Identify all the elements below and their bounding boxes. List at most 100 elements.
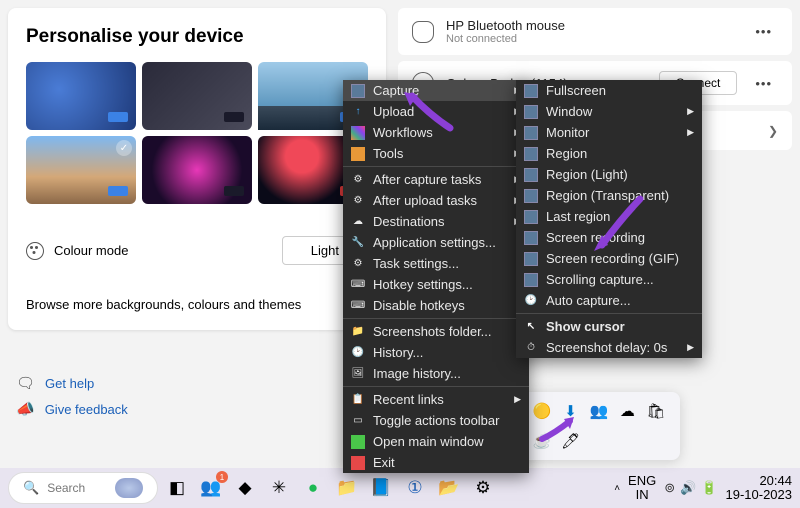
check-icon	[351, 435, 365, 449]
submenu-fullscreen[interactable]: Fullscreen	[516, 80, 702, 101]
taskbar-clock[interactable]: 20:4419-10-2023	[726, 474, 793, 503]
clock-icon: 🕑	[524, 294, 538, 308]
taskbar-teams-icon[interactable]: 👥	[196, 473, 226, 503]
more-button[interactable]: •••	[749, 22, 778, 41]
menu-recent-links[interactable]: 📋Recent links▶	[343, 389, 529, 410]
menu-disable-hotkeys[interactable]: ⌨Disable hotkeys	[343, 295, 529, 316]
theme-option-5[interactable]	[142, 136, 252, 204]
submenu-region-transparent[interactable]: Region (Transparent)	[516, 185, 702, 206]
tray-store-icon[interactable]: 🛍	[647, 402, 665, 420]
monitor-icon	[351, 84, 365, 98]
taskbar-word-icon[interactable]: 📘	[366, 473, 396, 503]
submenu-region[interactable]: Region	[516, 143, 702, 164]
menu-tools[interactable]: Tools▶	[343, 143, 529, 164]
give-feedback-link[interactable]: 📣 Give feedback	[16, 400, 128, 418]
taskbar: 🔍 Search ◧ 👥 ◆ ✳ ● 📁 📘 ① 📂 ⚙ ˄ ENGIN ⊚ 🔊…	[0, 468, 800, 508]
menu-open-main[interactable]: Open main window	[343, 431, 529, 452]
palette-icon	[26, 242, 44, 260]
chevron-right-icon: ▶	[687, 342, 694, 353]
taskbar-folder-icon[interactable]: 📂	[434, 473, 464, 503]
feedback-icon: 📣	[16, 400, 35, 418]
submenu-screen-recording[interactable]: Screen recording	[516, 227, 702, 248]
taskbar-settings-icon[interactable]: ⚙	[468, 473, 498, 503]
window-icon	[524, 105, 538, 119]
submenu-window[interactable]: Window▶	[516, 101, 702, 122]
theme-grid: ✓	[26, 62, 368, 204]
chevron-up-icon[interactable]: ˄	[614, 483, 620, 494]
menu-image-history[interactable]: 🖼Image history...	[343, 363, 529, 384]
submenu-screen-recording-gif[interactable]: Screen recording (GIF)	[516, 248, 702, 269]
sharex-context-menu: Capture▶ ↑Upload▶ Workflows▶ Tools▶ ⚙Aft…	[343, 80, 529, 473]
wifi-icon[interactable]: ⊚	[664, 480, 675, 496]
task-view-icon[interactable]: ◧	[162, 473, 192, 503]
tray-teams-icon[interactable]: 👥	[590, 402, 608, 420]
more-button[interactable]: •••	[749, 74, 778, 93]
submenu-monitor[interactable]: Monitor▶	[516, 122, 702, 143]
toolbar-icon: ▭	[351, 414, 365, 428]
menu-toggle-toolbar[interactable]: ▭Toggle actions toolbar	[343, 410, 529, 431]
region-icon	[524, 210, 538, 224]
tasks-icon: ⚙	[351, 173, 365, 187]
tray-onedrive-icon[interactable]: ☁	[618, 402, 636, 420]
menu-workflows[interactable]: Workflows▶	[343, 122, 529, 143]
submenu-last-region[interactable]: Last region	[516, 206, 702, 227]
theme-option-2[interactable]	[142, 62, 252, 130]
menu-upload[interactable]: ↑Upload▶	[343, 101, 529, 122]
tray-chrome-icon[interactable]: 🟡	[533, 402, 551, 420]
bt-name: HP Bluetooth mouse	[446, 18, 737, 33]
battery-icon[interactable]: 🔋	[701, 480, 717, 496]
language-indicator[interactable]: ENGIN	[628, 474, 656, 503]
menu-exit[interactable]: Exit	[343, 452, 529, 473]
taskbar-slack-icon[interactable]: ✳	[264, 473, 294, 503]
recording-icon	[524, 252, 538, 266]
submenu-region-light[interactable]: Region (Light)	[516, 164, 702, 185]
recording-icon	[524, 231, 538, 245]
personalize-title: Personalise your device	[26, 26, 368, 48]
menu-hotkey-settings[interactable]: ⌨Hotkey settings...	[343, 274, 529, 295]
image-icon: 🖼	[351, 367, 365, 381]
tray-sharex-icon[interactable]: ☕	[533, 432, 551, 450]
folder-icon: 📁	[351, 325, 365, 339]
menu-history[interactable]: 🕑History...	[343, 342, 529, 363]
keyboard-icon: ⌨	[351, 299, 365, 313]
monitor-icon	[524, 84, 538, 98]
upload-icon: ↑	[351, 105, 365, 119]
taskbar-search[interactable]: 🔍 Search	[8, 472, 158, 504]
bt-device-hp-mouse[interactable]: HP Bluetooth mouse Not connected •••	[398, 8, 792, 55]
personalize-card: Personalise your device ✓ Colour mode Li…	[8, 8, 386, 330]
menu-after-upload[interactable]: ⚙After upload tasks▶	[343, 190, 529, 211]
menu-destinations[interactable]: ☁Destinations▶	[343, 211, 529, 232]
taskbar-explorer-icon[interactable]: 📁	[332, 473, 362, 503]
monitor-icon	[524, 126, 538, 140]
theme-option-1[interactable]	[26, 62, 136, 130]
menu-capture[interactable]: Capture▶	[343, 80, 529, 101]
cursor-icon: ↖	[524, 320, 538, 334]
search-icon: 🔍	[23, 480, 39, 496]
taskbar-app-icon[interactable]: ◆	[230, 473, 260, 503]
capture-submenu: Fullscreen Window▶ Monitor▶ Region Regio…	[516, 80, 702, 358]
taskbar-spotify-icon[interactable]: ●	[298, 473, 328, 503]
keyboard-icon: ⌨	[351, 278, 365, 292]
menu-after-capture[interactable]: ⚙After capture tasks▶	[343, 169, 529, 190]
taskbar-1password-icon[interactable]: ①	[400, 473, 430, 503]
submenu-show-cursor[interactable]: ↖Show cursor	[516, 316, 702, 337]
system-tray-popup: 🟡 ⬇ 👥 ☁ 🛍 ☕ 🖊	[518, 392, 680, 460]
volume-icon[interactable]: 🔊	[680, 480, 696, 496]
get-help-link[interactable]: 🗨 Get help	[16, 374, 128, 392]
wrench-icon: 🔧	[351, 236, 365, 250]
browse-link[interactable]: Browse more backgrounds, colours and the…	[26, 297, 368, 312]
submenu-scrolling-capture[interactable]: Scrolling capture...	[516, 269, 702, 290]
tray-download-icon[interactable]: ⬇	[562, 402, 580, 420]
theme-option-4[interactable]: ✓	[26, 136, 136, 204]
menu-task-settings[interactable]: ⚙Task settings...	[343, 253, 529, 274]
submenu-screenshot-delay[interactable]: ⏱Screenshot delay: 0s▶	[516, 337, 702, 358]
region-icon	[524, 147, 538, 161]
region-icon	[524, 189, 538, 203]
tray-pen-icon[interactable]: 🖊	[562, 432, 580, 450]
tools-icon	[351, 147, 365, 161]
submenu-auto-capture[interactable]: 🕑Auto capture...	[516, 290, 702, 311]
region-icon	[524, 168, 538, 182]
menu-screenshots-folder[interactable]: 📁Screenshots folder...	[343, 321, 529, 342]
menu-app-settings[interactable]: 🔧Application settings...	[343, 232, 529, 253]
close-icon	[351, 456, 365, 470]
